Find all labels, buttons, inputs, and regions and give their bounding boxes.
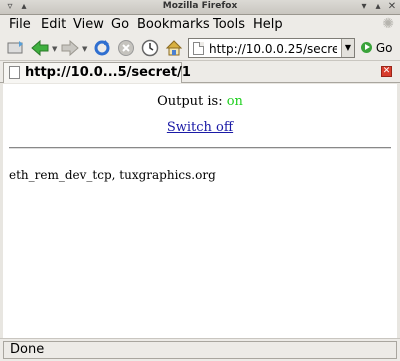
maximize-icon[interactable]: ▴ bbox=[372, 1, 384, 13]
history-clock-icon[interactable] bbox=[140, 38, 160, 58]
close-tab-icon[interactable]: ✕ bbox=[381, 66, 392, 77]
output-state: on bbox=[226, 94, 243, 109]
url-input[interactable] bbox=[209, 40, 337, 57]
home-icon[interactable] bbox=[164, 38, 184, 58]
go-arrow-icon bbox=[361, 42, 372, 53]
window-title: Mozilla Firefox bbox=[162, 1, 238, 11]
footer-text: eth_rem_dev_tcp, tuxgraphics.org bbox=[9, 168, 216, 182]
tab-page-icon bbox=[9, 66, 20, 79]
switch-link-container: Switch off bbox=[3, 120, 397, 135]
status-text: Done bbox=[3, 341, 397, 359]
tab-bar: http://10.0...5/secret/1 ✕ bbox=[0, 61, 400, 83]
page-icon bbox=[193, 42, 204, 55]
title-bar: ▿ ▴ Mozilla Firefox ▾ ▴ ✕ bbox=[0, 0, 400, 15]
forward-history-icon[interactable]: ▼ bbox=[82, 45, 87, 53]
stop-icon[interactable] bbox=[116, 38, 136, 58]
menu-go[interactable]: Go bbox=[111, 17, 129, 32]
menu-view[interactable]: View bbox=[73, 17, 104, 32]
horizontal-rule bbox=[9, 147, 391, 149]
menu-edit[interactable]: Edit bbox=[41, 17, 66, 32]
menu-bookmarks[interactable]: Bookmarks bbox=[137, 17, 210, 32]
back-history-icon[interactable]: ▼ bbox=[52, 45, 57, 53]
tab-label: http://10.0...5/secret/1 bbox=[25, 65, 191, 80]
navigation-toolbar: ▼ ▼ ▼ Go bbox=[0, 35, 400, 61]
reload-icon[interactable] bbox=[92, 38, 112, 58]
output-status: Output is: on bbox=[3, 94, 397, 109]
go-label: Go bbox=[375, 41, 393, 55]
minimize-icon[interactable]: ▾ bbox=[358, 1, 370, 13]
page-content: Output is: on Switch off eth_rem_dev_tcp… bbox=[3, 84, 397, 338]
back-icon[interactable] bbox=[30, 38, 50, 58]
throbber-icon: ✺ bbox=[382, 16, 394, 32]
tab-secret[interactable]: http://10.0...5/secret/1 bbox=[3, 62, 191, 83]
new-tab-icon[interactable] bbox=[6, 38, 26, 58]
close-window-icon[interactable]: ✕ bbox=[386, 1, 398, 13]
url-dropdown-icon[interactable]: ▼ bbox=[341, 39, 354, 57]
menu-tools[interactable]: Tools bbox=[213, 17, 245, 32]
menu-bar: File Edit View Go Bookmarks Tools Help ✺ bbox=[0, 15, 400, 35]
url-bar[interactable]: ▼ bbox=[188, 38, 355, 58]
forward-icon[interactable] bbox=[60, 38, 80, 58]
menu-file[interactable]: File bbox=[9, 17, 31, 32]
output-label: Output is: bbox=[157, 94, 223, 109]
menu-help[interactable]: Help bbox=[253, 17, 283, 32]
switch-off-link[interactable]: Switch off bbox=[167, 120, 233, 135]
status-bar: Done bbox=[0, 338, 400, 361]
go-button[interactable]: Go bbox=[361, 41, 392, 55]
